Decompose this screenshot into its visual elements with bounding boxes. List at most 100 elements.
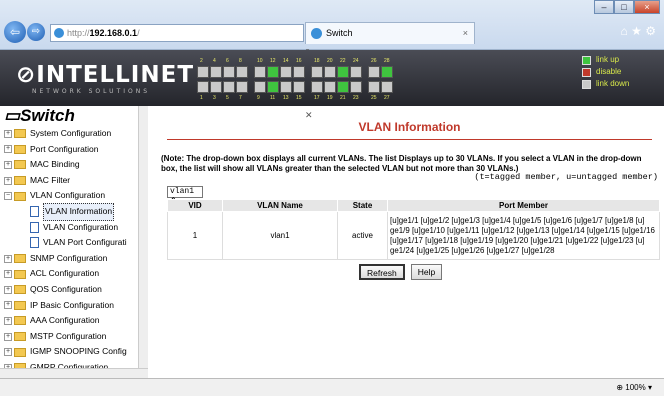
sidebar-item-label: VLAN Configuration	[30, 190, 106, 201]
folder-icon	[14, 285, 26, 295]
port-number: 4	[213, 58, 216, 64]
port-icon[interactable]	[311, 81, 323, 93]
sidebar-item[interactable]: + SNMP Configuration	[0, 251, 147, 267]
port-icon[interactable]	[293, 81, 305, 93]
sidebar-item[interactable]: + IP Basic Configuration	[0, 298, 147, 314]
port-icon[interactable]	[197, 81, 209, 93]
port-icon[interactable]	[368, 66, 380, 78]
collapse-icon[interactable]: −	[4, 192, 12, 201]
sidebar-item[interactable]: + System Configuration	[0, 126, 147, 142]
port-number: 22	[340, 58, 346, 64]
port-icon[interactable]	[197, 66, 209, 78]
expand-icon[interactable]: +	[4, 254, 12, 263]
address-host: 192.168.0.1	[89, 28, 138, 38]
settings-gear-icon[interactable]: ⚙	[645, 24, 656, 38]
zoom-level[interactable]: 100%	[625, 383, 645, 392]
address-bar[interactable]: http://192.168.0.1/ ⟳ ρ ▾ ⎘ ↻ ✕	[50, 24, 313, 120]
page-icon	[30, 206, 39, 218]
sidebar-item[interactable]: + AAA Configuration	[0, 313, 147, 329]
expand-icon[interactable]: +	[4, 348, 12, 357]
expand-icon[interactable]: +	[4, 145, 12, 154]
expand-icon[interactable]: +	[4, 316, 12, 325]
sidebar-horizontal-scrollbar[interactable]	[0, 368, 148, 378]
port-icon[interactable]	[236, 81, 248, 93]
expand-icon[interactable]: +	[4, 301, 12, 310]
port-icon[interactable]	[293, 66, 305, 78]
sidebar-vertical-scrollbar[interactable]	[138, 106, 148, 368]
port-icon[interactable]	[368, 81, 380, 93]
port-icon[interactable]	[381, 66, 393, 78]
port-icon[interactable]	[337, 81, 349, 93]
port-number: 28	[384, 58, 390, 64]
legend-swatch-icon	[582, 67, 591, 77]
refresh-button[interactable]: Refresh	[359, 264, 405, 280]
port-icon[interactable]	[324, 81, 336, 93]
sidebar-item[interactable]: VLAN Configuration	[0, 220, 147, 236]
port-icon[interactable]	[267, 66, 279, 78]
sidebar-item-label: VLAN Configuration	[43, 221, 119, 232]
sidebar-item[interactable]: − VLAN Configuration	[0, 188, 147, 204]
port-number: 1	[200, 95, 203, 101]
port-icon[interactable]	[223, 66, 235, 78]
sidebar-item[interactable]: + MSTP Configuration	[0, 329, 147, 345]
port-member-cell: [u]ge1/1 [u]ge1/2 [u]ge1/3 [u]ge1/4 [u]g…	[387, 211, 660, 260]
sidebar-item-label: Port Configuration	[30, 143, 99, 154]
page-icon	[30, 221, 39, 233]
sidebar-item[interactable]: VLAN Information	[0, 202, 147, 221]
expand-icon[interactable]: +	[4, 176, 12, 185]
close-window-button[interactable]: ×	[634, 0, 660, 14]
sidebar-item[interactable]: + QOS Configuration	[0, 282, 147, 298]
vlan-note: (Note: The drop-down box displays all cu…	[161, 154, 642, 173]
port-icon[interactable]	[350, 66, 362, 78]
expand-icon[interactable]: +	[4, 160, 12, 169]
sidebar-item[interactable]: + MAC Binding	[0, 157, 147, 173]
help-button[interactable]: Help	[410, 264, 443, 280]
minimize-button[interactable]: –	[594, 0, 614, 14]
sidebar-item[interactable]: + Port Configuration	[0, 142, 147, 158]
vlan-name-cell: vlan1	[222, 211, 338, 260]
port-icon[interactable]	[210, 66, 222, 78]
sidebar-item[interactable]: VLAN Port Configurati	[0, 235, 147, 251]
sidebar-item-label: MAC Filter	[30, 174, 71, 185]
forward-button[interactable]: ⇨	[27, 23, 45, 41]
port-icon[interactable]	[324, 66, 336, 78]
port-icon[interactable]	[280, 66, 292, 78]
sidebar-item[interactable]: + ACL Configuration	[0, 266, 147, 282]
expand-icon[interactable]: +	[4, 129, 12, 138]
back-button[interactable]: ⇦	[4, 21, 26, 43]
port-number: 26	[371, 58, 377, 64]
port-number: 8	[239, 58, 242, 64]
port-icon[interactable]	[381, 81, 393, 93]
port-icon[interactable]	[311, 66, 323, 78]
port-icon[interactable]	[210, 81, 222, 93]
expand-icon[interactable]: +	[4, 270, 12, 279]
sidebar-item[interactable]: + MAC Filter	[0, 173, 147, 189]
tab-switch[interactable]: Switch ×	[305, 22, 475, 44]
col-state: State	[337, 199, 388, 212]
port-icon[interactable]	[267, 81, 279, 93]
member-key: (t=tagged member, u=untagged member)	[474, 172, 658, 182]
port-icon[interactable]	[337, 66, 349, 78]
maximize-button[interactable]: □	[614, 0, 634, 14]
home-icon[interactable]: ⌂	[621, 24, 628, 38]
expand-icon[interactable]: +	[4, 285, 12, 294]
port-icon[interactable]	[236, 66, 248, 78]
sidebar-item-label: System Configuration	[30, 128, 112, 138]
col-vid: VID	[167, 199, 223, 212]
expand-icon[interactable]: +	[4, 332, 12, 341]
col-vlan-name: VLAN Name	[222, 199, 338, 212]
sidebar-item[interactable]: + IGMP SNOOPING Config	[0, 344, 147, 360]
port-icon[interactable]	[280, 81, 292, 93]
port-number: 20	[327, 58, 333, 64]
tab-close-icon[interactable]: ×	[463, 23, 468, 43]
favorites-star-icon[interactable]: ★	[631, 24, 642, 38]
vlan-select[interactable]: vlan1 ⇕	[167, 186, 203, 206]
sidebar-item-label: VLAN Information	[43, 202, 115, 221]
sidebar-item-label: AAA Configuration	[30, 315, 100, 326]
port-icon[interactable]	[223, 81, 235, 93]
vlan-table: VID VLAN Name State Port Member 1 vlan1 …	[167, 199, 660, 260]
port-icon[interactable]	[350, 81, 362, 93]
port-icon[interactable]	[254, 66, 266, 78]
port-icon[interactable]	[254, 81, 266, 93]
sidebar-item-label: IP Basic Configuration	[30, 299, 114, 310]
